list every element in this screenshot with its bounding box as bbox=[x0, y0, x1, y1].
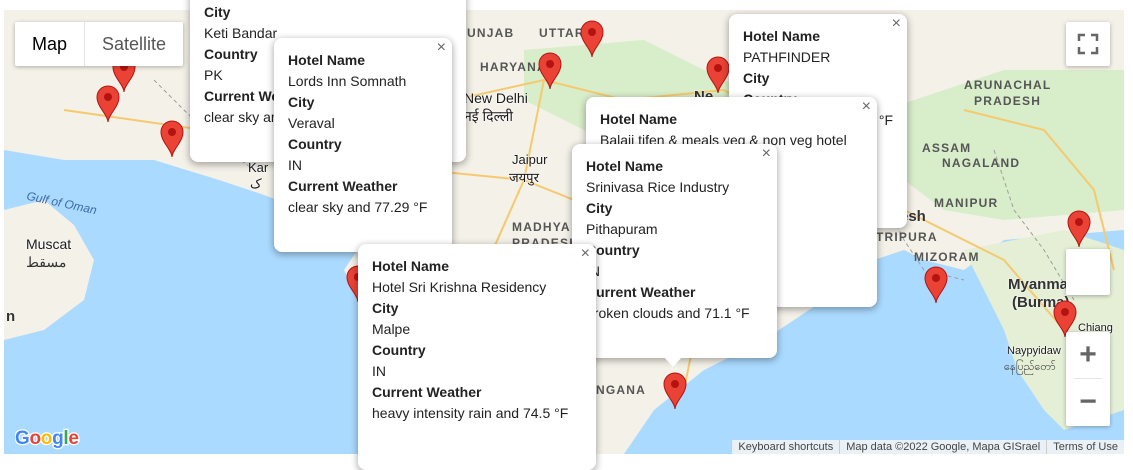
city-label: City bbox=[586, 198, 763, 219]
map-marker[interactable] bbox=[662, 372, 688, 410]
hotel-value: Srinivasa Rice Industry bbox=[586, 177, 763, 198]
label-jaipur: Jaipur bbox=[512, 152, 547, 167]
label-madhya: MADHYA bbox=[512, 220, 571, 234]
label-tripura: TRIPURA bbox=[876, 230, 938, 244]
info-window-lords-inn: × Hotel Name Lords Inn Somnath City Vera… bbox=[274, 38, 452, 252]
label-naypyidaw-burmese: နေပြည်တော် bbox=[1004, 360, 1056, 376]
info-window-tail bbox=[664, 357, 682, 367]
hotel-label: Hotel Name bbox=[288, 50, 438, 71]
close-icon[interactable]: × bbox=[581, 246, 590, 262]
weather-label: Current Weather bbox=[372, 382, 582, 403]
label-muscat: Muscat bbox=[26, 236, 71, 252]
weather-value: clear sky and 77.29 °F bbox=[288, 197, 438, 218]
map-marker[interactable] bbox=[159, 120, 185, 158]
label-assam: ASSAM bbox=[922, 141, 971, 155]
city-label: City bbox=[288, 92, 438, 113]
label-naypyidaw: Naypyidaw bbox=[1007, 345, 1061, 357]
country-label: Country bbox=[372, 340, 582, 361]
map-marker[interactable] bbox=[923, 266, 949, 304]
map-footer: Keyboard shortcuts Map data ©2022 Google… bbox=[731, 440, 1124, 454]
map-marker[interactable] bbox=[1066, 210, 1092, 248]
map-type-satellite-button[interactable]: Satellite bbox=[85, 22, 183, 66]
country-value: IN bbox=[288, 155, 438, 176]
terms-of-use-link[interactable]: Terms of Use bbox=[1046, 440, 1124, 454]
weather-label: Current Weather bbox=[586, 282, 763, 303]
label-arunachal-pradesh: PRADESH bbox=[974, 94, 1041, 108]
label-manipur: MANIPUR bbox=[934, 196, 998, 210]
weather-label: Current Weather bbox=[288, 176, 438, 197]
fullscreen-button[interactable] bbox=[1066, 22, 1110, 66]
map-marker[interactable] bbox=[95, 85, 121, 123]
label-karachi: Kar bbox=[248, 160, 268, 175]
weather-value: broken clouds and 71.1 °F bbox=[586, 303, 763, 324]
map-marker[interactable] bbox=[705, 56, 731, 94]
hotel-value: Hotel Sri Krishna Residency bbox=[372, 277, 582, 298]
keyboard-shortcuts-link[interactable]: Keyboard shortcuts bbox=[731, 440, 839, 454]
hotel-label: Hotel Name bbox=[600, 109, 863, 130]
zoom-in-button[interactable]: + bbox=[1066, 332, 1110, 378]
map-type-map-button[interactable]: Map bbox=[15, 22, 85, 66]
map-data-attribution: Map data ©2022 Google, Mapa GISrael bbox=[839, 440, 1046, 454]
label-new-delhi-hindi: नई दिल्ली bbox=[464, 107, 513, 126]
google-logo[interactable]: Google Google bbox=[15, 426, 81, 456]
label-nagaland: NAGALAND bbox=[942, 156, 1020, 170]
label-punjab: UNJAB bbox=[467, 26, 514, 40]
info-window-sri-krishna: × Hotel Name Hotel Sri Krishna Residency… bbox=[358, 244, 596, 470]
hotel-value: PATHFINDER bbox=[743, 47, 893, 68]
label-myanmar: Myanmar bbox=[1008, 276, 1074, 293]
city-value: Pithapuram bbox=[586, 219, 763, 240]
hotel-label: Hotel Name bbox=[586, 156, 763, 177]
street-view-pegman[interactable] bbox=[1066, 249, 1110, 295]
zoom-out-button[interactable]: − bbox=[1066, 379, 1110, 425]
label-arunachal: ARUNACHAL bbox=[964, 78, 1051, 92]
map-marker[interactable] bbox=[537, 52, 563, 90]
country-value: IN bbox=[586, 261, 763, 282]
city-label: City bbox=[743, 68, 893, 89]
google-logo-graphic: Google Google bbox=[15, 426, 81, 450]
country-label: Country bbox=[288, 134, 438, 155]
label-new-delhi: New Delhi bbox=[464, 90, 528, 106]
svg-text:Google: Google bbox=[15, 428, 79, 449]
zoom-control: + − bbox=[1066, 332, 1110, 426]
hotel-label: Hotel Name bbox=[372, 256, 582, 277]
label-muscat-arabic: مسقط bbox=[26, 254, 66, 271]
close-icon[interactable]: × bbox=[862, 99, 871, 115]
info-window-srinivasa: × Hotel Name Srinivasa Rice Industry Cit… bbox=[572, 144, 777, 358]
map-marker[interactable] bbox=[579, 20, 605, 58]
country-value: IN bbox=[372, 361, 582, 382]
city-label: City bbox=[372, 298, 582, 319]
hotel-label: Hotel Name bbox=[743, 26, 893, 47]
label-mizoram: MIZORAM bbox=[914, 250, 980, 264]
close-icon[interactable]: × bbox=[437, 40, 446, 56]
city-value: Malpe bbox=[372, 319, 582, 340]
hotel-value: Lords Inn Somnath bbox=[288, 71, 438, 92]
fullscreen-icon bbox=[1066, 22, 1110, 66]
label-karachi-urdu: ک bbox=[250, 176, 262, 192]
close-icon[interactable]: × bbox=[892, 16, 901, 32]
weather-value: heavy intensity rain and 74.5 °F bbox=[372, 403, 582, 424]
close-icon[interactable]: × bbox=[762, 146, 771, 162]
city-value: Veraval bbox=[288, 113, 438, 134]
label-oman: n bbox=[6, 308, 15, 325]
map-type-control: Map Satellite bbox=[15, 22, 183, 66]
label-jaipur-hindi: जयपुर bbox=[509, 168, 539, 186]
city-label: City bbox=[204, 2, 452, 23]
label-telangana: NGANA bbox=[596, 383, 646, 397]
country-label: Country bbox=[586, 240, 763, 261]
